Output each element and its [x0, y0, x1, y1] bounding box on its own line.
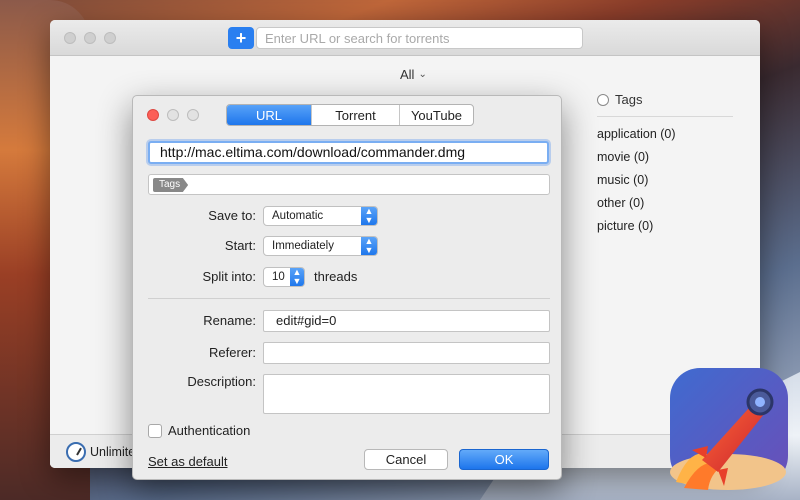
- add-url-dialog: URL Torrent YouTube http://mac.eltima.co…: [132, 95, 562, 480]
- rocket-app-icon[interactable]: [662, 362, 794, 494]
- tab-url[interactable]: URL: [227, 105, 312, 125]
- cancel-button[interactable]: Cancel: [364, 449, 448, 470]
- updown-arrows-icon: ▲ ▼: [361, 237, 377, 255]
- tag-item-movie[interactable]: movie (0): [597, 146, 733, 169]
- tags-panel: Tags application (0) movie (0) music (0)…: [597, 92, 733, 238]
- speedometer-icon: [66, 442, 86, 462]
- save-to-value: Automatic: [272, 210, 324, 222]
- titlebar: +: [50, 20, 760, 56]
- tag-item-application[interactable]: application (0): [597, 123, 733, 146]
- url-input[interactable]: http://mac.eltima.com/download/commander…: [148, 141, 549, 164]
- start-value: Immediately: [272, 240, 334, 252]
- threads-value: 10: [272, 271, 285, 283]
- authentication-checkbox[interactable]: [148, 424, 162, 438]
- tags-header: Tags: [597, 92, 733, 117]
- window-controls: [64, 32, 116, 44]
- save-to-label: Save to:: [208, 208, 256, 223]
- ok-button[interactable]: OK: [459, 449, 549, 470]
- set-as-default-link[interactable]: Set as default: [148, 454, 228, 469]
- authentication-label[interactable]: Authentication: [168, 423, 250, 438]
- referer-label: Referer:: [209, 345, 256, 360]
- updown-arrows-icon: ▲ ▼: [290, 268, 304, 286]
- tags-title: Tags: [615, 92, 643, 107]
- rename-input[interactable]: edit#gid=0: [263, 310, 550, 332]
- chevron-down-icon: ⌄: [418, 69, 427, 80]
- divider: [148, 298, 550, 299]
- rename-label: Rename:: [203, 313, 256, 328]
- filter-dropdown[interactable]: All ⌄: [400, 67, 427, 82]
- dialog-zoom-button: [187, 109, 199, 121]
- dialog-close-button[interactable]: [147, 109, 159, 121]
- tag-item-other[interactable]: other (0): [597, 192, 733, 215]
- tab-torrent[interactable]: Torrent: [312, 105, 400, 125]
- speed-limit-label: Unlimite: [90, 445, 136, 459]
- threads-label: threads: [314, 269, 358, 284]
- tag-item-music[interactable]: music (0): [597, 169, 733, 192]
- speed-limit-control[interactable]: Unlimite: [66, 442, 135, 462]
- split-label: Split into:: [202, 269, 256, 284]
- description-label: Description:: [187, 374, 256, 389]
- tags-toggle-icon[interactable]: [597, 93, 609, 106]
- add-download-button[interactable]: +: [228, 27, 254, 49]
- filter-label: All: [400, 67, 415, 82]
- start-label: Start:: [224, 238, 256, 253]
- tab-youtube[interactable]: YouTube: [400, 105, 473, 125]
- close-window-button[interactable]: [64, 32, 76, 44]
- description-input[interactable]: [263, 374, 550, 414]
- dialog-window-controls: [147, 109, 199, 121]
- dialog-minimize-button: [167, 109, 179, 121]
- source-tabs: URL Torrent YouTube: [226, 104, 474, 126]
- save-to-select[interactable]: Automatic ▲ ▼: [263, 206, 378, 226]
- updown-arrows-icon: ▲ ▼: [361, 207, 377, 225]
- tag-list: application (0) movie (0) music (0) othe…: [597, 117, 733, 238]
- zoom-window-button[interactable]: [104, 32, 116, 44]
- threads-stepper[interactable]: 10 ▲ ▼: [263, 267, 305, 287]
- start-select[interactable]: Immediately ▲ ▼: [263, 236, 378, 256]
- minimize-window-button[interactable]: [84, 32, 96, 44]
- search-input[interactable]: [256, 27, 583, 49]
- referer-input[interactable]: [263, 342, 550, 364]
- tags-input[interactable]: Tags: [148, 174, 550, 195]
- tag-chip: Tags: [153, 178, 189, 192]
- tag-item-picture[interactable]: picture (0): [597, 215, 733, 238]
